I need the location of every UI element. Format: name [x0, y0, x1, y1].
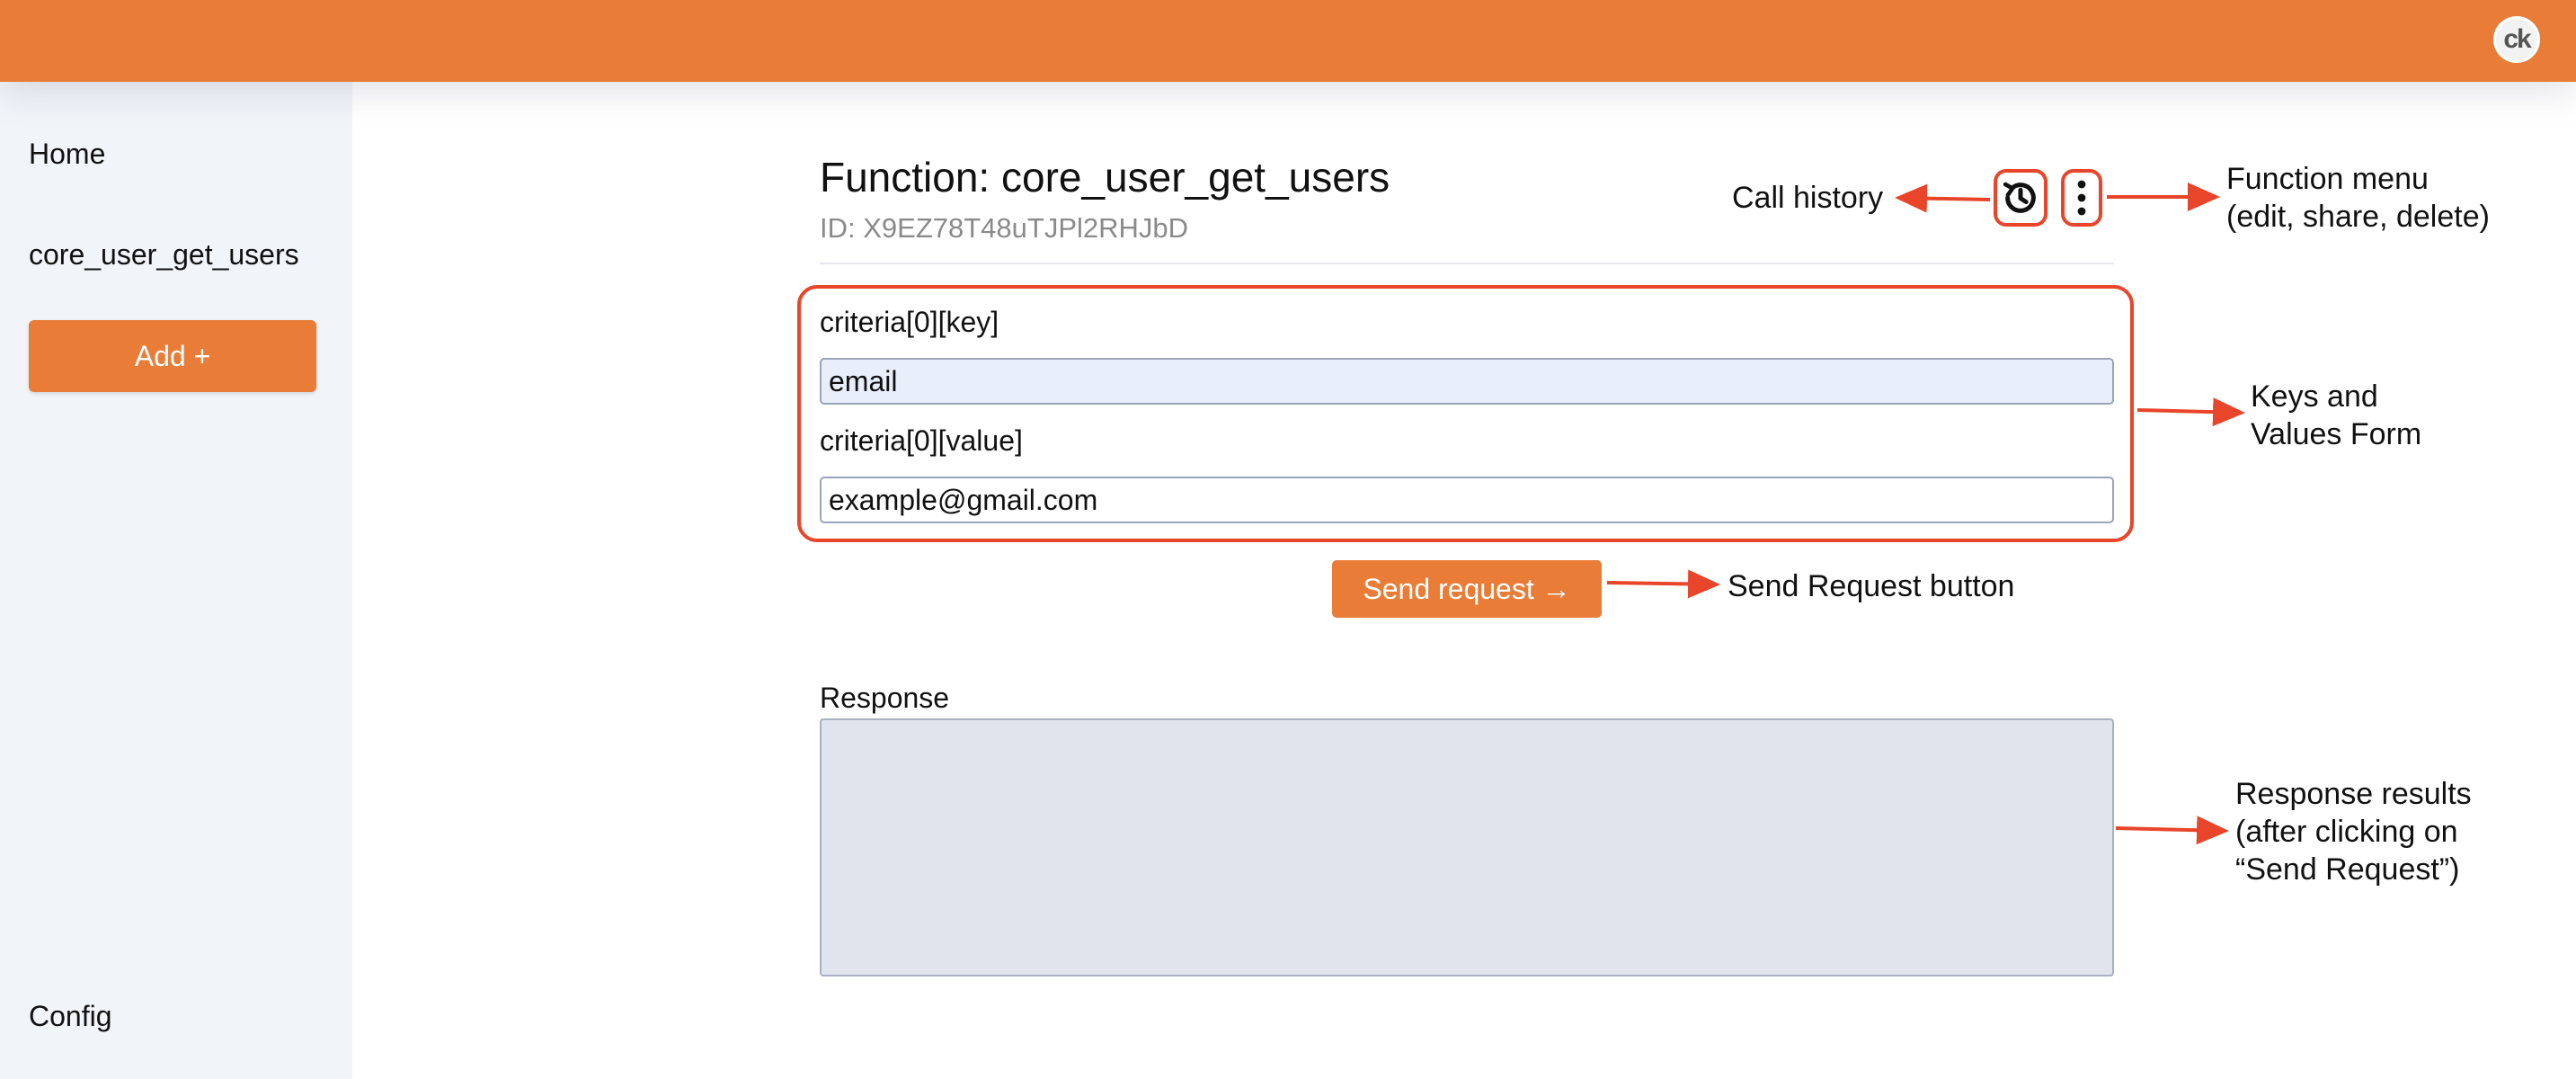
function-id: ID: X9EZ78T48uTJPl2RHJbD — [820, 212, 1189, 244]
top-bar: ck — [0, 0, 2576, 82]
function-menu-button[interactable] — [2061, 169, 2102, 227]
send-request-button[interactable]: Send request → — [1332, 560, 1602, 618]
arrow-call-history — [1895, 183, 1991, 213]
annotation-send-request: Send Request button — [1728, 569, 2015, 603]
response-label: Response — [820, 682, 950, 714]
value-input[interactable]: example@gmail.com — [820, 477, 2114, 523]
annotation-line: Function menu — [2226, 162, 2429, 196]
page-title: Function: core_user_get_users — [820, 154, 1390, 201]
sidebar-item-home[interactable]: Home — [29, 138, 105, 171]
sidebar-item-config[interactable]: Config — [29, 1000, 112, 1033]
field-label-value: criteria[0][value] — [820, 424, 1023, 457]
sidebar-item-function[interactable]: core_user_get_users — [29, 238, 299, 272]
arrow-send-request — [1606, 569, 1720, 599]
response-output[interactable] — [820, 718, 2114, 976]
annotation-call-history: Call history — [1732, 181, 1884, 215]
annotation-line: (after clicking on — [2235, 815, 2458, 849]
call-history-button[interactable] — [1994, 169, 2047, 227]
annotation-keys-values: Keys and Values Form — [2251, 378, 2421, 453]
annotation-function-menu: Function menu (edit, share, delete) — [2226, 160, 2490, 236]
more-vertical-icon — [2077, 180, 2086, 216]
arrow-response-results — [2115, 816, 2229, 845]
user-avatar[interactable]: ck — [2493, 16, 2540, 63]
key-input[interactable]: email — [820, 358, 2114, 405]
annotation-line: “Send Request”) — [2235, 852, 2460, 887]
field-label-key: criteria[0][key] — [820, 306, 999, 338]
annotation-line: Response results — [2235, 777, 2472, 811]
annotation-line: (edit, share, delete) — [2226, 200, 2490, 234]
history-icon — [2003, 182, 2036, 213]
add-button[interactable]: Add + — [29, 320, 316, 392]
arrow-keys-values — [2136, 397, 2245, 427]
sidebar: Home core_user_get_users Add + Config — [0, 82, 352, 1079]
header-divider — [820, 263, 2114, 264]
annotation-line: Keys and — [2251, 379, 2378, 414]
annotation-response-results: Response results (after clicking on “Sen… — [2235, 775, 2472, 888]
annotation-line: Values Form — [2251, 417, 2422, 451]
